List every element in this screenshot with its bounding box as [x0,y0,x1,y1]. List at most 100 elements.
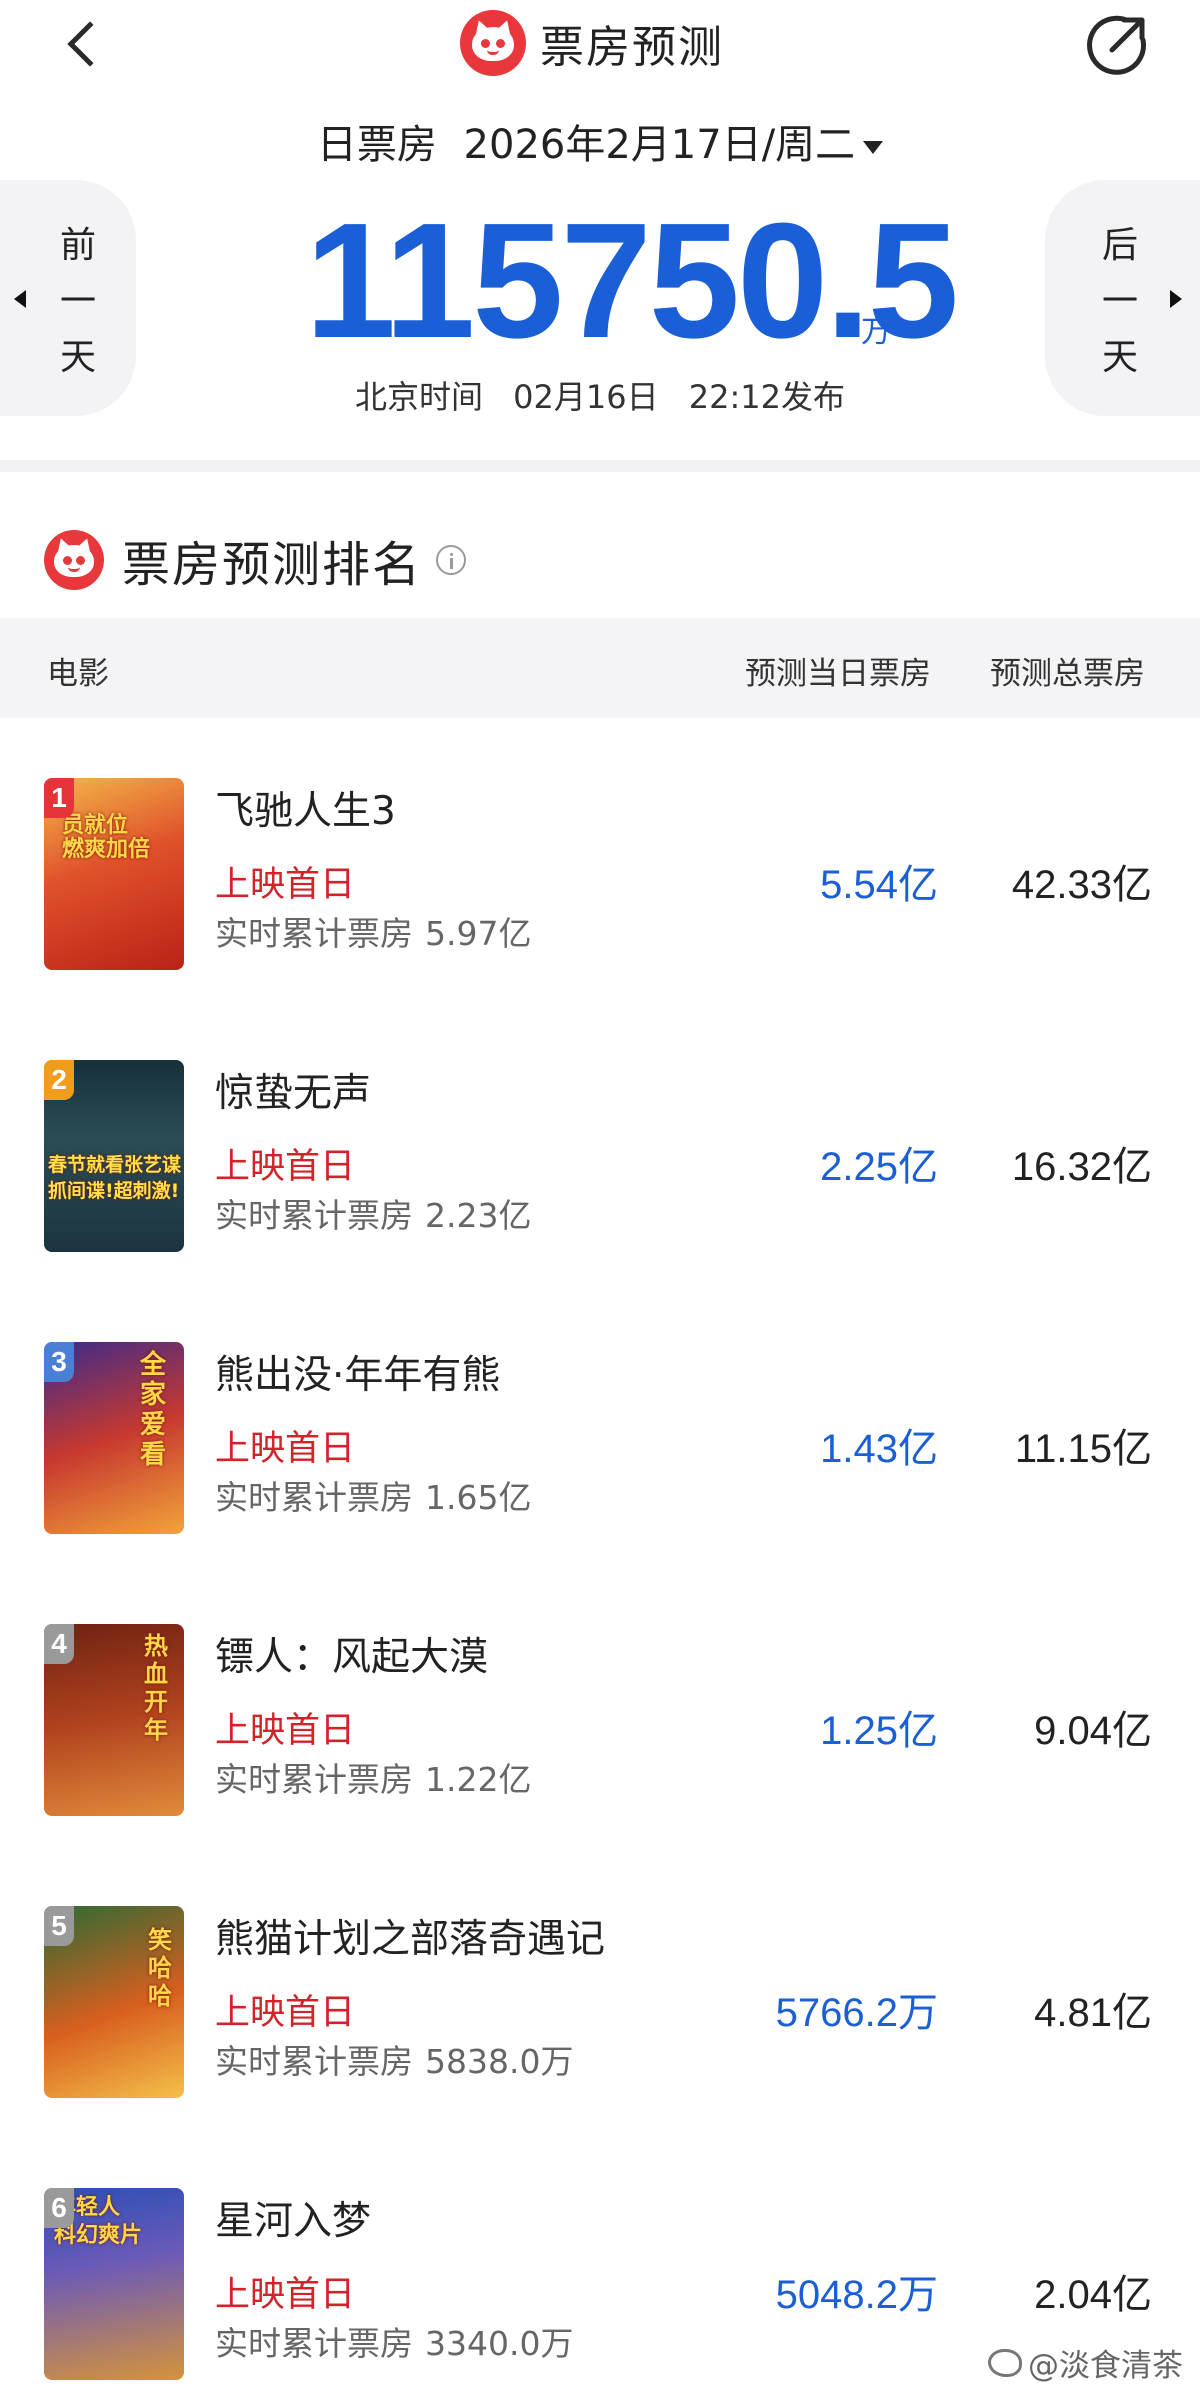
page-title-text: 票房预测 [540,22,724,73]
release-status: 上映首日 [215,865,356,905]
total-box-office-value: 115750.5 [305,189,959,372]
ranking-row[interactable]: 春节就看张艺谋 抓间谍!超刺激! 2 惊蛰无声 上映首日 实时累计票房 2.23亿… [0,1034,1200,1316]
day-value: 5766.2 [775,1991,898,2035]
date-value: 2026年2月17日/周二 [463,122,856,168]
total-unit: 亿 [1112,2273,1152,2317]
rank-badge: 6 [44,2188,74,2228]
cumulative-box-office: 实时累计票房 5.97亿 [215,907,531,955]
movie-title[interactable]: 熊猫计划之部落奇遇记 [215,1908,605,1964]
chevron-left-icon [67,21,113,67]
date-selector[interactable]: 日票房 2026年2月17日/周二 [0,112,1200,170]
poster-text: 全家 爱看 [140,1350,167,1470]
movie-title[interactable]: 星河入梦 [215,2190,371,2246]
ranking-row[interactable]: 笑哈哈 5 熊猫计划之部落奇遇记 上映首日 实时累计票房 5838.0万 5766… [0,1880,1200,2162]
rank-badge: 5 [44,1906,74,1946]
publish-date: 02月16日 [513,378,659,416]
movie-title[interactable]: 惊蛰无声 [215,1062,371,1118]
cumulative-label: 实时累计票房 [215,1760,413,1799]
cumulative-box-office: 实时累计票房 5838.0万 [215,2035,573,2083]
movie-poster[interactable]: 热血开年 4 [44,1624,184,1816]
movie-title[interactable]: 镖人：风起大漠 [215,1626,488,1682]
day-value: 5.54 [820,863,898,907]
release-status: 上映首日 [215,1711,356,1751]
day-unit: 亿 [898,1709,938,1753]
day-value: 5048.2 [775,2273,898,2317]
cumulative-value: 5.97亿 [425,914,532,953]
day-unit: 亿 [898,863,938,907]
predicted-total-box-office: 2.04亿 [1034,2262,1152,2320]
day-unit: 亿 [898,1427,938,1471]
publish-time-text: 22:12发布 [688,378,846,416]
arrow-right-icon [1170,290,1182,308]
cumulative-value: 5838.0万 [425,2042,574,2081]
release-status: 上映首日 [215,1429,356,1469]
cumulative-box-office: 实时累计票房 2.23亿 [215,1189,531,1237]
poster-text: 热血开年 [144,1632,168,1744]
total-value: 16.32 [1011,1145,1112,1189]
release-status: 上映首日 [215,1147,356,1187]
table-header: 电影 预测当日票房 预测总票房 [0,618,1200,718]
ranking-list: 员就位 燃爽加倍 1 飞驰人生3 上映首日 实时累计票房 5.97亿 5.54亿 … [0,752,1200,2391]
movie-title[interactable]: 熊出没·年年有熊 [215,1344,500,1400]
total-value: 2.04 [1034,2273,1112,2317]
info-icon[interactable] [436,545,467,575]
column-header-movie: 电影 [47,656,109,692]
movie-poster[interactable]: 员就位 燃爽加倍 1 [44,778,184,970]
total-value: 4.81 [1034,1991,1112,2035]
release-status: 上映首日 [215,1993,356,2033]
rank-badge: 1 [44,778,74,818]
predicted-total-box-office: 42.33亿 [1012,852,1152,910]
day-unit: 亿 [898,1145,938,1189]
publish-time: 北京时间 02月16日 22:12发布 [0,372,1200,418]
movie-title[interactable]: 飞驰人生3 [215,780,396,836]
cumulative-value: 1.22亿 [425,1760,532,1799]
arrow-left-icon [14,290,26,308]
movie-poster[interactable]: 春节就看张艺谋 抓间谍!超刺激! 2 [44,1060,184,1252]
predicted-total-box-office: 4.81亿 [1034,1980,1152,2038]
next-day-label: 后 一 天 [1101,225,1138,378]
day-value: 1.43 [820,1427,898,1471]
ranking-row[interactable]: 热血开年 4 镖人：风起大漠 上映首日 实时累计票房 1.22亿 1.25亿 9.… [0,1598,1200,1880]
cumulative-box-office: 实时累计票房 3340.0万 [215,2317,573,2365]
rank-badge: 3 [44,1342,74,1382]
release-status: 上映首日 [215,2275,356,2315]
share-button[interactable] [1082,10,1152,80]
cat-logo-icon [460,10,526,76]
ranking-title: 票房预测排名 [44,525,467,595]
predicted-total-box-office: 9.04亿 [1034,1698,1152,1756]
total-unit: 亿 [1112,1145,1152,1189]
movie-poster[interactable]: 全家 爱看 3 [44,1342,184,1534]
day-value: 1.25 [820,1709,898,1753]
ranking-row[interactable]: 员就位 燃爽加倍 1 飞驰人生3 上映首日 实时累计票房 5.97亿 5.54亿 … [0,752,1200,1034]
cumulative-label: 实时累计票房 [215,2324,413,2363]
total-unit: 亿 [1112,1991,1152,2035]
movie-poster[interactable]: 年轻人 科幻爽片 6 [44,2188,184,2380]
watermark-text: @淡食清茶 [1028,2348,1183,2384]
column-header-day[interactable]: 预测当日票房 [745,648,931,693]
back-button[interactable] [50,12,120,82]
predicted-day-box-office: 1.43亿 [820,1416,938,1474]
predicted-day-box-office: 5766.2万 [776,1980,938,2038]
total-unit: 亿 [1112,1709,1152,1753]
predicted-day-box-office: 5.54亿 [820,852,938,910]
column-header-total[interactable]: 预测总票房 [990,648,1145,693]
predicted-day-box-office: 1.25亿 [820,1698,938,1756]
ranking-row[interactable]: 全家 爱看 3 熊出没·年年有熊 上映首日 实时累计票房 1.65亿 1.43亿 … [0,1316,1200,1598]
top-panel: 票房预测 日票房 2026年2月17日/周二 前 一 天 115750.5 万 … [0,0,1200,460]
day-value: 2.25 [820,1145,898,1189]
movie-poster[interactable]: 笑哈哈 5 [44,1906,184,2098]
poster-text: 笑哈哈 [148,1926,172,2010]
ranking-title-text: 票房预测排名 [122,537,423,593]
poster-text: 春节就看张艺谋 抓间谍!超刺激! [48,1154,182,1202]
cat-logo-icon [44,530,104,590]
total-value: 11.15 [1014,1427,1112,1471]
cumulative-value: 2.23亿 [425,1196,532,1235]
watermark: @淡食清茶 [988,2340,1183,2385]
caret-down-icon [863,140,884,154]
share-icon [1087,15,1147,75]
prev-day-label: 前 一 天 [59,225,96,378]
predicted-day-box-office: 5048.2万 [776,2262,938,2320]
cumulative-box-office: 实时累计票房 1.22亿 [215,1753,531,1801]
cumulative-value: 1.65亿 [425,1478,532,1517]
day-unit: 万 [898,2273,938,2317]
